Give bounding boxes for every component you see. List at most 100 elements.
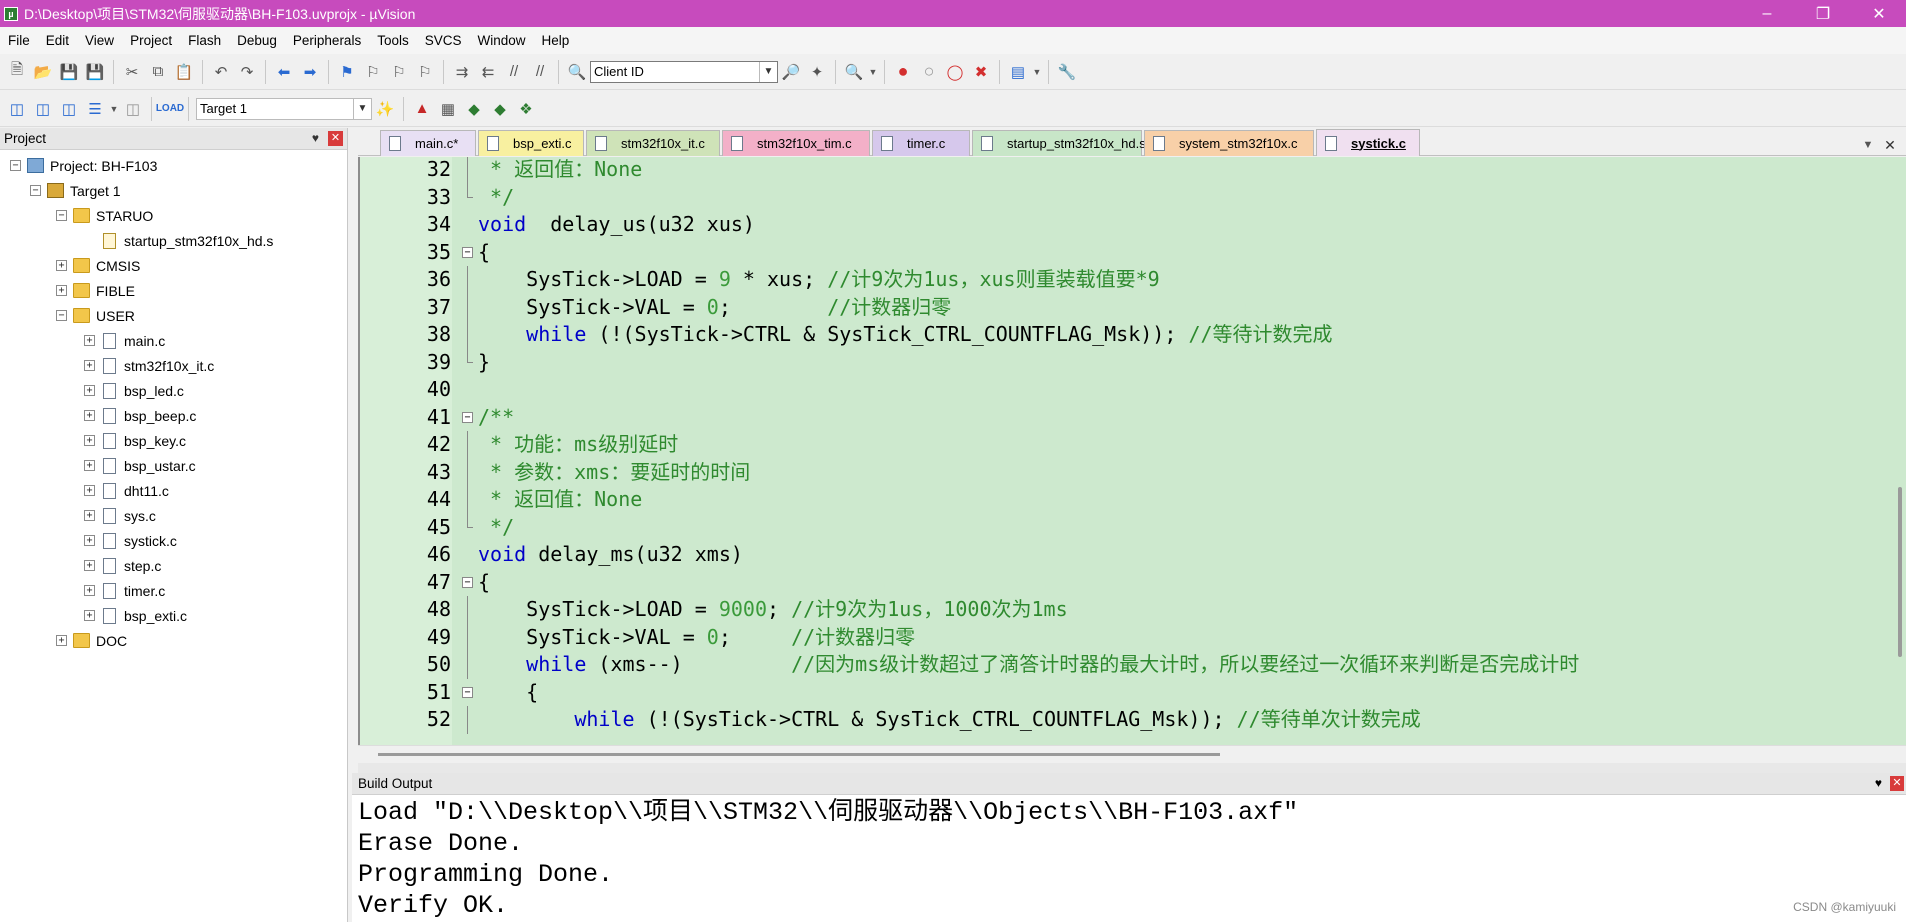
build-icon[interactable]: ◫ bbox=[30, 96, 56, 122]
code-line[interactable]: void delay_ms(u32 xms) bbox=[478, 541, 743, 569]
vertical-scrollbar[interactable] bbox=[1896, 157, 1906, 763]
code-editor[interactable]: 32 33 34 35 36 37 38 39 40 41 42 43 44 45 46 47 48 49 50 51… bbox=[358, 157, 1906, 763]
translate-icon[interactable]: ◫ bbox=[4, 96, 30, 122]
collapse-icon[interactable]: − bbox=[10, 160, 21, 171]
download-icon[interactable]: LOAD bbox=[156, 96, 184, 122]
code-line[interactable]: * 功能：ms级别延时 bbox=[478, 431, 678, 459]
tree-item[interactable]: startup_stm32f10x_hd.s bbox=[84, 228, 273, 253]
code-line[interactable]: SysTick->VAL = 0; //计数器归零 bbox=[478, 624, 915, 652]
tree-item[interactable]: − USER bbox=[56, 303, 135, 328]
tree-item[interactable]: − Project: BH-F103 bbox=[10, 153, 157, 178]
code-line[interactable]: while (xms--) //因为ms级计数超过了滴答计时器的最大计时，所以要… bbox=[478, 651, 1579, 679]
code-line[interactable]: while (!(SysTick->CTRL & SysTick_CTRL_CO… bbox=[478, 706, 1420, 734]
client-id-combo[interactable]: Client ID ▼ bbox=[590, 60, 778, 83]
tree-item[interactable]: + CMSIS bbox=[56, 253, 140, 278]
clear-bookmarks-icon[interactable]: ⚐ bbox=[412, 59, 438, 85]
fold-toggle-icon[interactable]: − bbox=[462, 246, 473, 258]
tab-bsp-exti-c[interactable]: bsp_exti.c bbox=[478, 130, 584, 156]
maximize-button[interactable]: ❐ bbox=[1800, 0, 1846, 27]
select-packs-icon[interactable]: ▦ bbox=[435, 96, 461, 122]
tree-item[interactable]: + bsp_key.c bbox=[84, 428, 186, 453]
dropdown-arrow-icon[interactable]: ▼ bbox=[867, 59, 879, 85]
rebuild-icon[interactable]: ◫ bbox=[56, 96, 82, 122]
expand-icon[interactable]: + bbox=[84, 410, 95, 421]
tree-item[interactable]: + step.c bbox=[84, 553, 161, 578]
expand-icon[interactable]: + bbox=[84, 435, 95, 446]
close-tab-icon[interactable]: ✕ bbox=[1880, 132, 1900, 158]
minimize-button[interactable]: – bbox=[1744, 0, 1790, 27]
expand-icon[interactable]: + bbox=[84, 560, 95, 571]
code-line[interactable]: while (!(SysTick->CTRL & SysTick_CTRL_CO… bbox=[478, 321, 1332, 349]
disable-breakpoint-icon[interactable]: ○ bbox=[916, 59, 942, 85]
tree-item[interactable]: + systick.c bbox=[84, 528, 177, 553]
code-line[interactable]: SysTick->LOAD = 9000; //计9次为1us，1000次为1m… bbox=[478, 596, 1067, 624]
target-select[interactable]: Target 1 ▼ bbox=[196, 97, 372, 120]
expand-icon[interactable]: + bbox=[84, 460, 95, 471]
save-icon[interactable]: 💾 bbox=[56, 59, 82, 85]
disable-all-breakpoints-icon[interactable]: ◯ bbox=[942, 59, 968, 85]
copy-icon[interactable]: ⧉ bbox=[145, 59, 171, 85]
fold-toggle-icon[interactable]: − bbox=[462, 576, 473, 588]
navigate-forward-icon[interactable]: ➡ bbox=[297, 59, 323, 85]
tree-item[interactable]: + sys.c bbox=[84, 503, 156, 528]
dropdown-arrow-icon[interactable]: ▼ bbox=[108, 96, 120, 122]
scrollbar-thumb[interactable] bbox=[1898, 487, 1902, 657]
save-all-icon[interactable]: 💾 bbox=[82, 59, 108, 85]
tab-timer-c[interactable]: timer.c bbox=[872, 130, 970, 156]
tree-item[interactable]: − STARUO bbox=[56, 203, 153, 228]
code-line[interactable]: */ bbox=[478, 514, 514, 542]
redo-icon[interactable]: ↷ bbox=[234, 59, 260, 85]
scrollbar-thumb[interactable] bbox=[378, 753, 1220, 756]
uncomment-icon[interactable]: // bbox=[527, 59, 553, 85]
collapse-icon[interactable]: − bbox=[30, 185, 41, 196]
close-window-button[interactable]: ✕ bbox=[1856, 0, 1902, 27]
expand-icon[interactable]: + bbox=[84, 335, 95, 346]
tree-item[interactable]: + bsp_beep.c bbox=[84, 403, 196, 428]
indent-icon[interactable]: ⇉ bbox=[449, 59, 475, 85]
menu-flash[interactable]: Flash bbox=[180, 33, 229, 48]
debug-session-icon[interactable]: 🔍 bbox=[841, 59, 867, 85]
batch-build-icon[interactable]: ☰ bbox=[82, 96, 108, 122]
next-bookmark-icon[interactable]: ⚐ bbox=[386, 59, 412, 85]
expand-icon[interactable]: + bbox=[84, 585, 95, 596]
close-panel-button[interactable]: ✕ bbox=[328, 131, 343, 146]
tab-system-stm32f10x-c[interactable]: system_stm32f10x.c bbox=[1144, 130, 1314, 156]
menu-file[interactable]: File bbox=[0, 33, 38, 48]
tree-item[interactable]: + FIBLE bbox=[56, 278, 135, 303]
navigate-back-icon[interactable]: ⬅ bbox=[271, 59, 297, 85]
unindent-icon[interactable]: ⇇ bbox=[475, 59, 501, 85]
code-line[interactable]: { bbox=[478, 569, 490, 597]
expand-icon[interactable]: + bbox=[84, 385, 95, 396]
code-line[interactable]: { bbox=[478, 679, 538, 707]
code-line[interactable]: * 参数：xms：要延时的时间 bbox=[478, 459, 750, 487]
panel-splitter[interactable] bbox=[358, 763, 1906, 773]
menu-help[interactable]: Help bbox=[534, 33, 578, 48]
fold-toggle-icon[interactable]: − bbox=[462, 686, 473, 698]
new-file-icon[interactable]: 🗎 bbox=[4, 59, 30, 85]
prev-bookmark-icon[interactable]: ⚐ bbox=[360, 59, 386, 85]
code-line[interactable]: } bbox=[478, 349, 490, 377]
expand-icon[interactable]: + bbox=[56, 260, 67, 271]
code-line[interactable]: void delay_us(u32 xus) bbox=[478, 211, 755, 239]
paste-icon[interactable]: 📋 bbox=[171, 59, 197, 85]
dropdown-arrow-icon[interactable]: ▼ bbox=[1031, 59, 1043, 85]
window-layout-icon[interactable]: ▤ bbox=[1005, 59, 1031, 85]
expand-icon[interactable]: + bbox=[56, 285, 67, 296]
expand-icon[interactable]: + bbox=[84, 610, 95, 621]
stop-build-icon[interactable]: ◫ bbox=[120, 96, 146, 122]
menu-debug[interactable]: Debug bbox=[229, 33, 285, 48]
find-in-files-icon[interactable]: 🔍 bbox=[564, 59, 590, 85]
pin-icon[interactable]: ♥ bbox=[312, 131, 319, 145]
bookmark-icon[interactable]: ⚑ bbox=[334, 59, 360, 85]
tree-item[interactable]: + timer.c bbox=[84, 578, 165, 603]
open-file-icon[interactable]: 📂 bbox=[30, 59, 56, 85]
insert-breakpoint-icon[interactable]: ● bbox=[890, 59, 916, 85]
expand-icon[interactable]: + bbox=[84, 535, 95, 546]
tab-list-dropdown-icon[interactable]: ▼ bbox=[1858, 132, 1878, 158]
tree-item[interactable]: + main.c bbox=[84, 328, 165, 353]
expand-icon[interactable]: + bbox=[56, 635, 67, 646]
fold-toggle-icon[interactable]: − bbox=[462, 411, 473, 423]
configure-icon[interactable]: 🔧 bbox=[1054, 59, 1080, 85]
menu-view[interactable]: View bbox=[77, 33, 122, 48]
tab-main-c-[interactable]: main.c* bbox=[380, 130, 476, 156]
